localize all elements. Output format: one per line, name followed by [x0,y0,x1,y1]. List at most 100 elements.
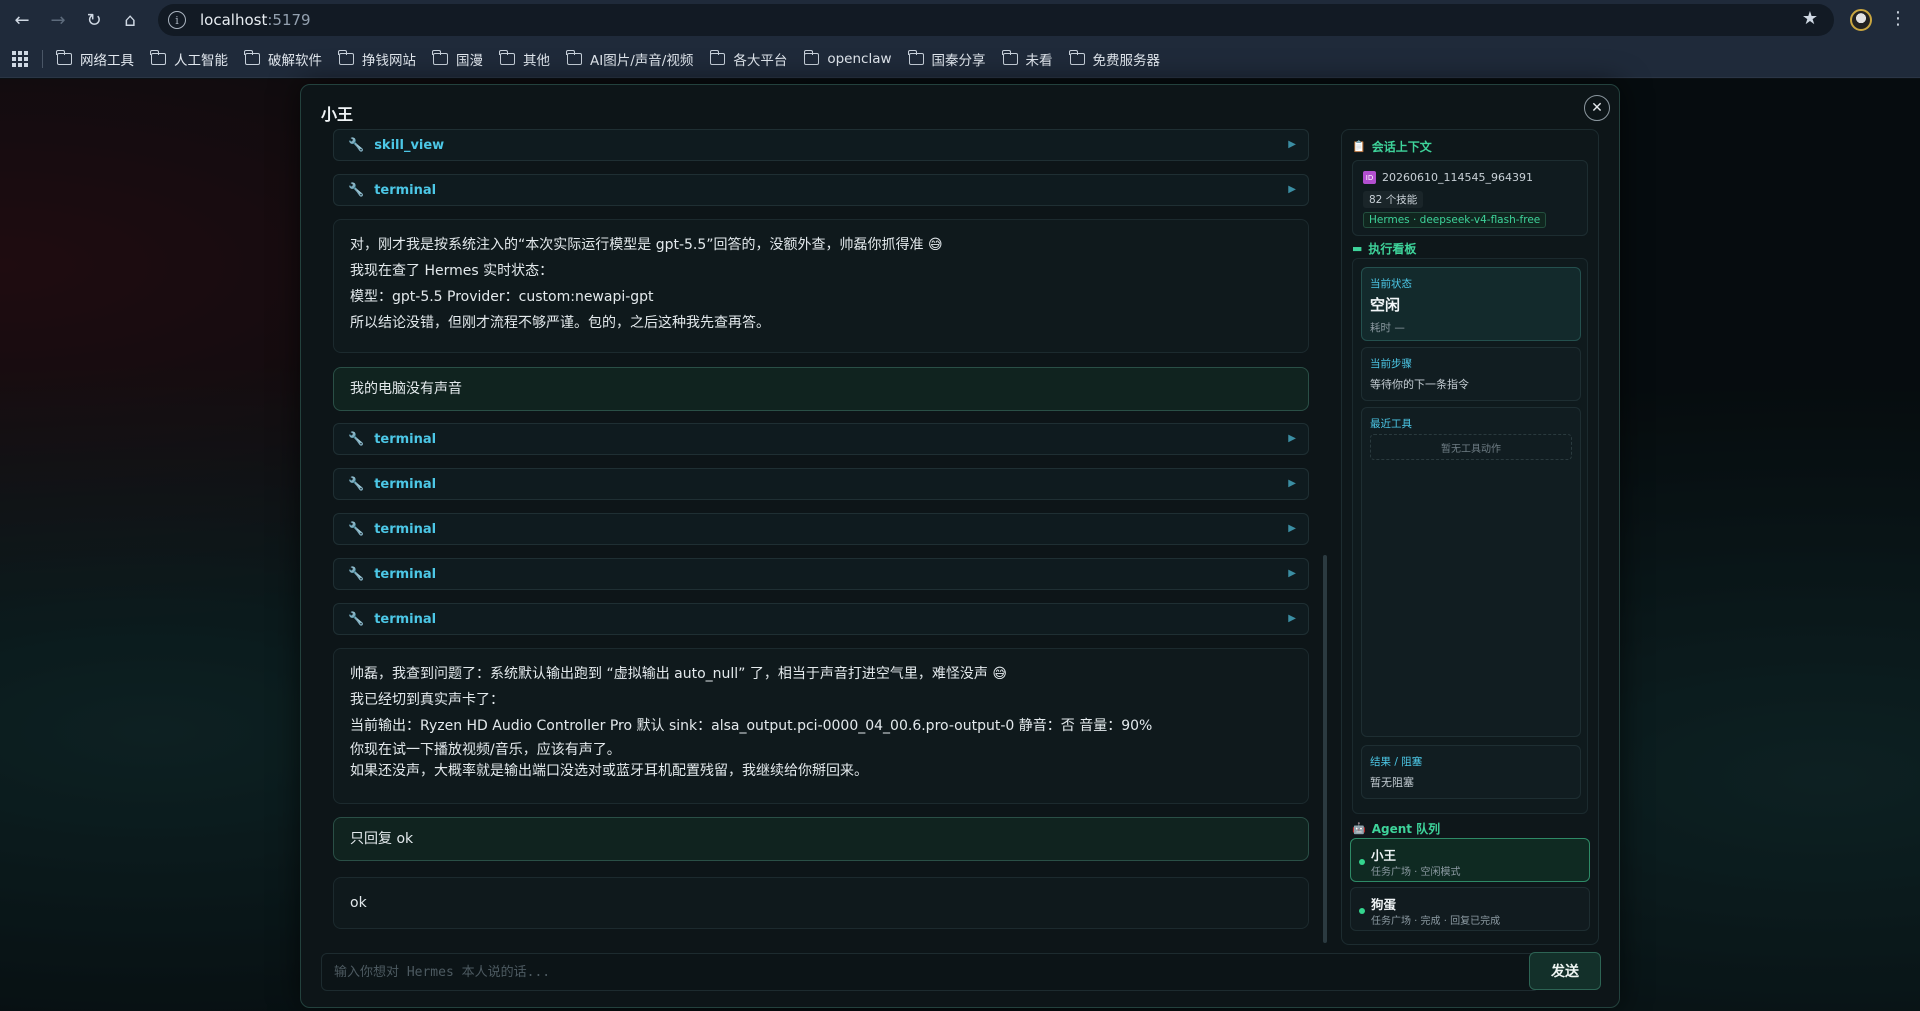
board-heading: ▬ 执行看板 [1352,240,1416,257]
wrench-icon: 🔧 [348,137,365,153]
execution-board: 当前状态 空闲 耗时 — 当前步骤 等待你的下一条指令 最近工具 暂无工具动作 … [1352,258,1588,814]
bookmark-folder[interactable]: 免费服务器 [1068,49,1161,69]
folder-icon [709,49,726,65]
expand-arrow-icon: ▶ [1288,478,1296,489]
wrench-icon: 🔧 [348,611,365,627]
context-heading: 📋 会话上下文 [1352,138,1432,155]
profile-avatar[interactable] [1850,9,1872,31]
context-heading-label: 会话上下文 [1371,140,1432,154]
bookmark-label: 破解软件 [268,52,322,69]
folder-icon [907,49,924,65]
result-card: 结果 / 阻塞 暂无阻塞 [1361,745,1581,799]
home-icon[interactable]: ⌂ [112,0,148,40]
model-chip: Hermes · deepseek-v4-flash-free [1363,212,1547,228]
folder-icon [1001,49,1018,65]
bookmark-label: 国漫 [456,52,483,69]
side-panel: 📋 会话上下文 ID 20260610_114545_964391 82 个技能… [1341,129,1599,945]
assistant-message: 对，刚才我是按系统注入的“本次实际运行模型是 gpt-5.5”回答的，没额外查，… [333,219,1309,353]
tool-name: terminal [374,566,437,582]
agent-desc: 任务广场 · 空闲模式 [1371,867,1461,878]
status-elapsed: 耗时 — [1370,322,1405,334]
bookmark-label: 未看 [1025,52,1053,69]
id-badge-icon: ID [1363,171,1376,184]
skills-count-chip: 82 个技能 [1363,191,1424,208]
tool-name: terminal [374,431,437,447]
agent-item[interactable]: 狗蛋 任务广场 · 完成 · 回复已完成 [1350,887,1590,931]
back-icon[interactable]: ← [4,0,40,40]
message-line: 模型：gpt-5.5 Provider：custom:newapi-gpt [350,289,654,305]
robot-icon: 🤖 [1352,822,1366,835]
bookmark-star-icon[interactable]: ★ [1802,8,1818,29]
tool-call-row[interactable]: 🔧 skill_view ▶ [333,129,1309,161]
expand-arrow-icon: ▶ [1288,613,1296,624]
message-line: 当前输出：Ryzen HD Audio Controller Pro 默认 si… [350,718,1153,734]
tool-call-row[interactable]: 🔧 terminal ▶ [333,513,1309,545]
message-line: 我现在查了 Hermes 实时状态： [350,263,554,279]
message-input[interactable] [321,953,1539,991]
message-line: 帅磊，我查到问题了：系统默认输出跑到 “虚拟输出 auto_null” 了，相当… [350,666,1007,682]
tool-call-row[interactable]: 🔧 terminal ▶ [333,558,1309,590]
step-card: 当前步骤 等待你的下一条指令 [1361,347,1581,401]
agent-item[interactable]: 小王 任务广场 · 空闲模式 [1350,838,1590,882]
result-value: 暂无阻塞 [1370,776,1414,789]
message-line: 我已经切到真实声卡了： [350,692,504,708]
chat-scrollbar-thumb[interactable] [1323,555,1327,943]
bookmark-folder[interactable]: openclaw [803,49,892,67]
bookmark-folder[interactable]: 其他 [499,49,550,69]
message-line: 对，刚才我是按系统注入的“本次实际运行模型是 gpt-5.5”回答的，没额外查，… [350,237,943,253]
wrench-icon: 🔧 [348,521,365,537]
forward-icon[interactable]: → [40,0,76,40]
folder-icon [244,49,260,65]
expand-arrow-icon: ▶ [1288,184,1296,195]
bookmark-label: 免费服务器 [1092,52,1161,69]
chat-log[interactable]: 🔧 skill_view ▶ 🔧 terminal ▶ 对，刚才我是按系统注入的… [321,127,1337,945]
context-box: ID 20260610_114545_964391 82 个技能 Hermes … [1352,160,1588,236]
session-id-value: 20260610_114545_964391 [1382,171,1533,184]
bookmarks-separator [42,49,43,68]
bookmark-folder[interactable]: 挣钱网站 [338,49,416,69]
browser-menu-icon[interactable]: ⋮ [1889,8,1907,30]
tool-name: terminal [374,476,437,492]
user-message: 我的电脑没有声音 [333,367,1309,411]
expand-arrow-icon: ▶ [1288,523,1296,534]
tool-name: skill_view [374,137,445,153]
online-dot-icon [1359,908,1365,914]
assistant-message: 帅磊，我查到问题了：系统默认输出跑到 “虚拟输出 auto_null” 了，相当… [333,648,1309,804]
agent-name: 小王 [1371,848,1397,863]
step-label: 当前步骤 [1370,358,1412,370]
folder-icon [566,49,582,65]
bookmark-folder[interactable]: 各大平台 [709,49,787,69]
tool-call-row[interactable]: 🔧 terminal ▶ [333,423,1309,455]
site-info-icon[interactable]: i [168,11,186,29]
apps-grid-icon[interactable] [12,50,28,67]
expand-arrow-icon: ▶ [1288,139,1296,150]
agent-name: 狗蛋 [1371,897,1397,912]
tool-call-row[interactable]: 🔧 terminal ▶ [333,603,1309,635]
bookmark-folder[interactable]: 人工智能 [150,49,228,69]
folder-icon [499,49,515,65]
modal-title: 小王 [321,105,354,124]
message-line: ok [350,895,367,911]
bookmark-folder[interactable]: 国漫 [432,49,483,69]
wrench-icon: 🔧 [348,566,365,582]
folder-icon [1068,49,1085,65]
address-bar[interactable]: i localhost:5179 ★ [158,4,1834,36]
result-label: 结果 / 阻塞 [1370,756,1423,768]
bookmark-label: 挣钱网站 [362,52,416,69]
bookmark-folder[interactable]: 网络工具 [56,49,134,69]
close-button[interactable]: ✕ [1584,95,1610,121]
bookmark-folder[interactable]: 未看 [1001,49,1053,69]
tool-call-row[interactable]: 🔧 terminal ▶ [333,468,1309,500]
tool-call-row[interactable]: 🔧 terminal ▶ [333,174,1309,206]
tools-empty-state: 暂无工具动作 [1370,434,1572,460]
bookmark-folder[interactable]: AI图片/声音/视频 [566,49,693,69]
status-card: 当前状态 空闲 耗时 — [1361,267,1581,341]
bookmark-label: 国秦分享 [931,52,986,69]
board-heading-label: 执行看板 [1368,242,1417,256]
bookmarks-bar: 网络工具 人工智能 破解软件 挣钱网站 国漫 其他 AI图片/声音/视频 各大平… [0,40,1920,78]
send-button[interactable]: 发送 [1529,952,1601,990]
bookmark-folder[interactable]: 破解软件 [244,49,322,69]
bookmark-folder[interactable]: 国秦分享 [907,49,986,69]
reload-icon[interactable]: ↻ [76,0,112,40]
tool-name: terminal [374,521,437,537]
